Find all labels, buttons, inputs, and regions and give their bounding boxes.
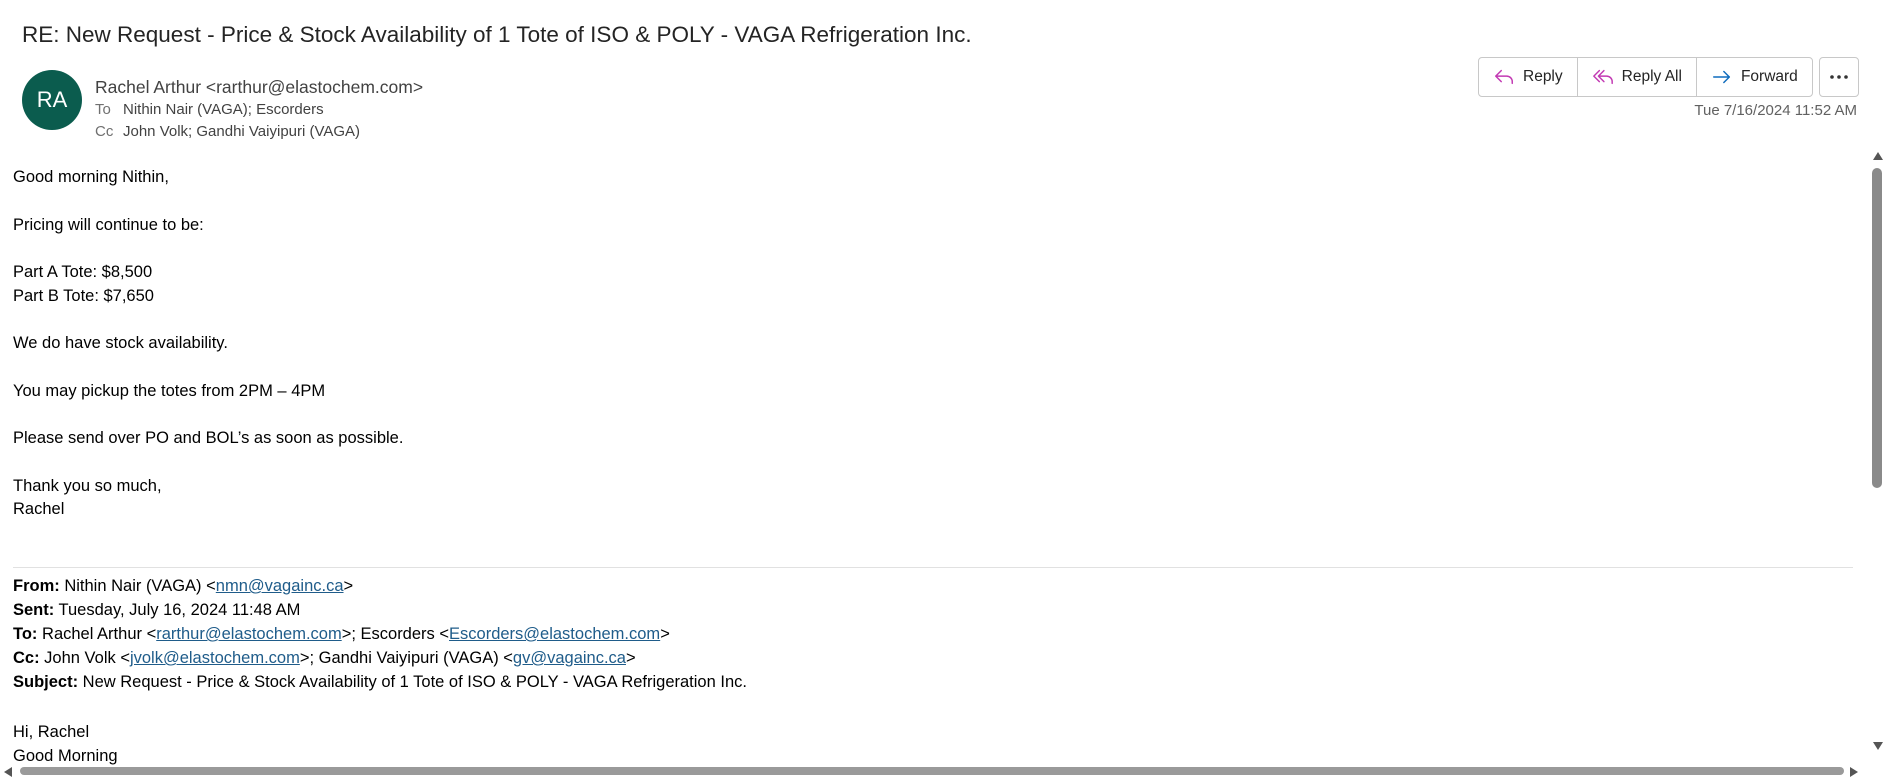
quoted-header: From: Nithin Nair (VAGA) <nmn@vagainc.ca… bbox=[13, 574, 747, 694]
scroll-right-arrow-icon[interactable] bbox=[1850, 767, 1858, 777]
vertical-scrollbar[interactable] bbox=[1872, 150, 1883, 750]
quoted-cc: Cc: John Volk <jvolk@elastochem.com>; Ga… bbox=[13, 649, 636, 667]
cc-recipients: Cc John Volk; Gandhi Vaiyipuri (VAGA) bbox=[95, 123, 360, 140]
body-pricing-intro: Pricing will continue to be: bbox=[13, 215, 204, 234]
to-label: To bbox=[95, 101, 111, 118]
email-subject: RE: New Request - Price & Stock Availabi… bbox=[22, 22, 972, 47]
cc-email-link-2[interactable]: gv@vagainc.ca bbox=[513, 649, 626, 667]
body-greeting: Good morning Nithin, bbox=[13, 168, 169, 186]
body-stock: We do have stock availability. bbox=[13, 334, 228, 352]
sent-date: Tue 7/16/2024 11:52 AM bbox=[1694, 102, 1857, 119]
reply-all-button[interactable]: Reply All bbox=[1578, 58, 1697, 96]
cc-email-link-1[interactable]: jvolk@elastochem.com bbox=[130, 649, 300, 667]
scroll-down-arrow-icon[interactable] bbox=[1873, 742, 1883, 750]
body-signature: Rachel bbox=[13, 500, 65, 518]
cc-value[interactable]: John Volk; Gandhi Vaiyipuri (VAGA) bbox=[123, 123, 360, 140]
message-body: Good morning Nithin, Pricing will contin… bbox=[13, 166, 1853, 522]
forward-button[interactable]: Forward bbox=[1697, 58, 1812, 96]
cc-label: Cc bbox=[95, 123, 114, 140]
more-actions-button[interactable] bbox=[1819, 57, 1859, 97]
body-pickup: You may pickup the totes from 2PM – 4PM bbox=[13, 381, 326, 400]
reply-icon bbox=[1495, 69, 1513, 85]
forward-arrow-icon bbox=[1712, 70, 1731, 84]
horizontal-scrollbar[interactable] bbox=[20, 765, 1844, 775]
quoted-sent: Sent: Tuesday, July 16, 2024 11:48 AM bbox=[13, 601, 301, 619]
quoted-to: To: Rachel Arthur <rarthur@elastochem.co… bbox=[13, 625, 670, 643]
forward-label: Forward bbox=[1740, 68, 1798, 85]
reply-all-label: Reply All bbox=[1621, 68, 1682, 85]
reply-label: Reply bbox=[1523, 68, 1563, 85]
quoted-divider bbox=[13, 567, 1853, 568]
to-email-link-2[interactable]: Escorders@elastochem.com bbox=[449, 625, 660, 643]
body-part-a: Part A Tote: $8,500 bbox=[13, 263, 153, 281]
quoted-greeting: Hi, Rachel Good Morning bbox=[13, 720, 118, 768]
quoted-greeting-line1: Hi, Rachel bbox=[13, 723, 90, 741]
body-send-po: Please send over PO and BOL’s as soon as… bbox=[13, 429, 404, 447]
message-actions: Reply Reply All Forward bbox=[1478, 57, 1813, 97]
to-value[interactable]: Nithin Nair (VAGA); Escorders bbox=[123, 101, 324, 118]
scroll-left-arrow-icon[interactable] bbox=[4, 767, 12, 777]
reply-all-icon bbox=[1592, 69, 1613, 85]
body-part-b: Part B Tote: $7,650 bbox=[13, 286, 154, 305]
quoted-subject: Subject: New Request - Price & Stock Ava… bbox=[13, 673, 747, 691]
sender-name[interactable]: Rachel Arthur <rarthur@elastochem.com> bbox=[95, 77, 423, 98]
from-email-link[interactable]: nmn@vagainc.ca bbox=[216, 577, 344, 595]
vertical-scroll-thumb[interactable] bbox=[1872, 168, 1882, 488]
sender-avatar[interactable]: RA bbox=[22, 70, 82, 130]
horizontal-scroll-thumb[interactable] bbox=[20, 767, 1844, 775]
body-thanks: Thank you so much, bbox=[13, 476, 162, 495]
more-horizontal-icon bbox=[1830, 75, 1848, 79]
to-recipients: To Nithin Nair (VAGA); Escorders bbox=[95, 101, 324, 118]
to-email-link-1[interactable]: rarthur@elastochem.com bbox=[156, 625, 341, 643]
scroll-up-arrow-icon[interactable] bbox=[1873, 152, 1883, 160]
quoted-from: From: Nithin Nair (VAGA) <nmn@vagainc.ca… bbox=[13, 577, 354, 595]
reply-button[interactable]: Reply bbox=[1479, 58, 1578, 96]
